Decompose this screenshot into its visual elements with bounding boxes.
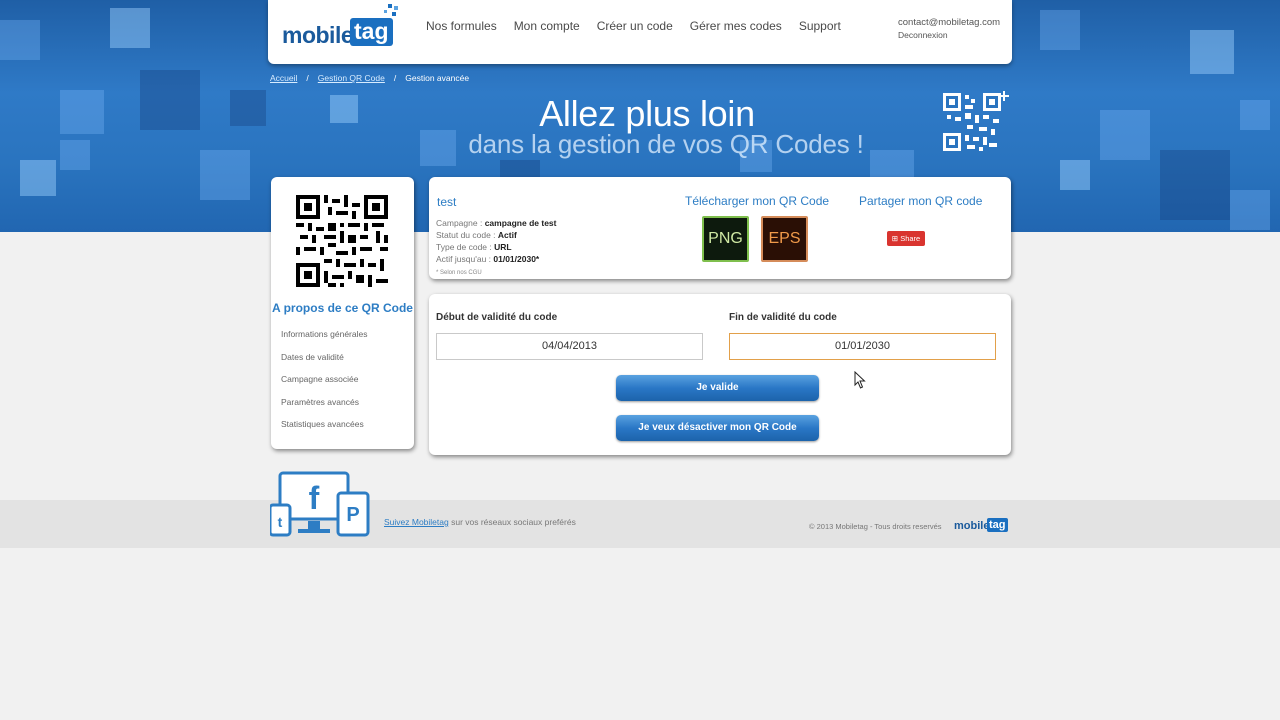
- sidebar-item-campaign[interactable]: Campagne associée: [281, 374, 367, 397]
- nav-creer-code[interactable]: Créer un code: [597, 19, 673, 33]
- nav-mon-compte[interactable]: Mon compte: [514, 19, 580, 33]
- account-info: contact@mobiletag.com Deconnexion: [898, 16, 1000, 42]
- qr-sidebar-card: A propos de ce QR Code Informations géné…: [271, 177, 414, 449]
- sidebar-item-validity-dates[interactable]: Dates de validité: [281, 352, 367, 375]
- account-email: contact@mobiletag.com: [898, 17, 1001, 28]
- follow-text: Suivez Mobiletag sur vos réseaux sociaux…: [384, 517, 576, 527]
- end-date-label: Fin de validité du code: [729, 312, 837, 323]
- campaign-label: Campagne :: [436, 218, 483, 228]
- sidebar-menu: Informations générales Dates de validité…: [281, 329, 367, 442]
- sidebar-item-advanced-settings[interactable]: Paramètres avancés: [281, 397, 367, 420]
- breadcrumb-home[interactable]: Accueil: [270, 73, 297, 83]
- download-title: Télécharger mon QR Code: [685, 194, 830, 208]
- logo-word: mobile: [282, 22, 354, 48]
- breadcrumb: Accueil / Gestion QR Code / Gestion avancée: [270, 73, 469, 83]
- footer-logo-tag: tag: [987, 518, 1008, 532]
- active-until-label: Actif jusqu'au :: [436, 254, 492, 264]
- end-date-input[interactable]: 01/01/2030: [729, 333, 996, 360]
- footer-logo-word: mobile: [954, 520, 990, 532]
- share-icon: ⊞: [891, 234, 899, 243]
- footer-logo[interactable]: mobile tag: [954, 515, 1012, 539]
- download-png-button[interactable]: PNG: [702, 216, 749, 262]
- follow-link[interactable]: Suivez Mobiletag: [384, 517, 449, 527]
- type-value: URL: [494, 242, 512, 252]
- code-info-card: test Campagne : campagne de test Statut …: [429, 177, 1011, 279]
- svg-text:P: P: [346, 504, 359, 526]
- nav-gerer-codes[interactable]: Gérer mes codes: [690, 19, 782, 33]
- status-label: Statut du code :: [436, 230, 496, 240]
- breadcrumb-qr-management[interactable]: Gestion QR Code: [318, 73, 385, 83]
- copyright: © 2013 Mobiletag - Tous droits reservés: [809, 522, 942, 531]
- about-title: A propos de ce QR Code: [272, 301, 413, 315]
- social-devices-icon: f t P: [270, 471, 370, 537]
- logout-link[interactable]: Deconnexion: [898, 29, 1000, 42]
- nav-formules[interactable]: Nos formules: [426, 19, 497, 33]
- qr-code-image: [296, 195, 388, 287]
- cgu-note: * Selon nos CGU: [436, 270, 482, 276]
- share-title: Partager mon QR code: [859, 194, 983, 208]
- logo-dots-icon: [384, 4, 398, 16]
- share-button[interactable]: ⊞ Share: [887, 231, 925, 246]
- validity-card: Début de validité du code Fin de validit…: [429, 294, 1011, 455]
- footer-bar: [0, 500, 1280, 548]
- mouse-cursor-icon: [854, 371, 866, 389]
- start-date-label: Début de validité du code: [436, 312, 558, 323]
- breadcrumb-current: Gestion avancée: [405, 73, 470, 83]
- active-until-value: 01/01/2030*: [493, 254, 540, 264]
- start-date-input[interactable]: 04/04/2013: [436, 333, 703, 360]
- deactivate-button[interactable]: Je veux désactiver mon QR Code: [616, 415, 819, 441]
- main-nav: Nos formules Mon compte Créer un code Gé…: [426, 19, 858, 33]
- top-header: mobile tag Nos formules Mon compte Créer…: [268, 0, 1012, 64]
- svg-text:t: t: [278, 514, 283, 530]
- share-label: Share: [900, 234, 921, 243]
- validate-button[interactable]: Je valide: [616, 375, 819, 401]
- breadcrumb-separator: /: [306, 73, 309, 83]
- logo-tag: tag: [350, 18, 393, 46]
- campaign-value: campagne de test: [484, 218, 557, 228]
- qr-plus-icon: [943, 91, 1009, 151]
- nav-support[interactable]: Support: [799, 19, 841, 33]
- code-meta: Campagne : campagne de test Statut du co…: [436, 217, 557, 279]
- mobiletag-logo[interactable]: mobile tag: [282, 4, 400, 56]
- follow-suffix: sur vos réseaux sociaux preférés: [448, 517, 576, 527]
- code-name: test: [437, 195, 457, 209]
- status-value: Actif: [497, 230, 517, 240]
- svg-text:f: f: [309, 480, 320, 516]
- hero-subtitle: dans la gestion de vos QR Codes !: [468, 129, 864, 159]
- download-eps-button[interactable]: EPS: [761, 216, 808, 262]
- sidebar-item-advanced-stats[interactable]: Statistiques avancées: [281, 419, 367, 442]
- sidebar-item-general-info[interactable]: Informations générales: [281, 329, 367, 352]
- type-label: Type de code :: [436, 242, 492, 252]
- breadcrumb-separator: /: [393, 73, 397, 83]
